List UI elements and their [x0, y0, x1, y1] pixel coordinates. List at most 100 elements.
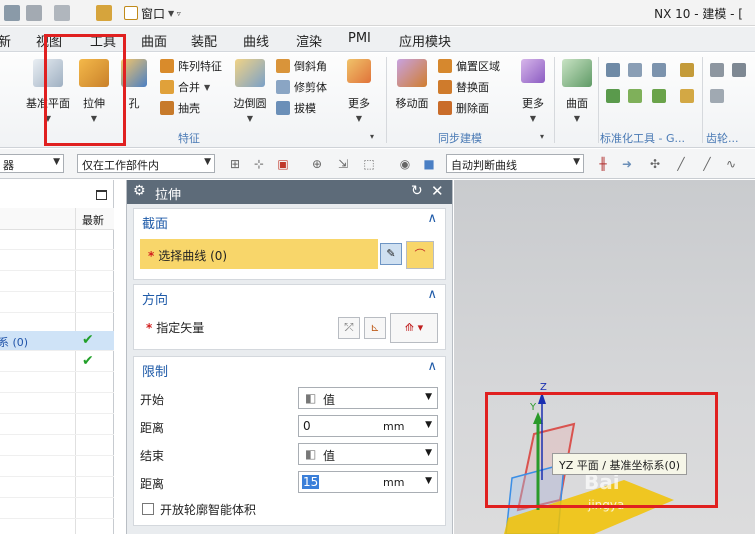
- scope-select[interactable]: 仅在工作部件内 ▼: [77, 154, 215, 173]
- delete-face-button[interactable]: 删除面: [438, 99, 489, 117]
- gear-icon[interactable]: ⚙: [133, 183, 146, 199]
- table-row[interactable]: [0, 293, 114, 313]
- draft-button[interactable]: 拔模: [276, 99, 316, 117]
- offset-region-button[interactable]: 偏置区域: [438, 57, 500, 75]
- tab-pmi[interactable]: PMI: [348, 31, 371, 46]
- table-row[interactable]: [0, 251, 114, 271]
- chevron-up-icon[interactable]: ∧: [427, 211, 437, 226]
- filter-icon[interactable]: ⊞: [228, 157, 242, 171]
- row-label: 系 (0): [0, 336, 29, 349]
- snap-line-icon[interactable]: ╱: [674, 157, 688, 171]
- tool-icon[interactable]: [652, 89, 666, 103]
- tool-icon[interactable]: [606, 89, 620, 103]
- sketch-icon[interactable]: ✎: [380, 243, 402, 265]
- edge-blend-label: 边倒圆: [233, 97, 267, 110]
- solid-icon[interactable]: ■: [422, 157, 436, 171]
- save-icon[interactable]: [4, 5, 20, 21]
- end-distance-input[interactable]: 15 mm ▼: [298, 471, 438, 493]
- move-face-button[interactable]: 移动面: [392, 59, 432, 111]
- select-curve-field[interactable]: * 选择曲线 (0): [140, 239, 378, 269]
- table-row[interactable]: [0, 394, 114, 414]
- table-row[interactable]: [0, 478, 114, 498]
- window-menu[interactable]: 窗口 ▼ ▿: [124, 4, 181, 22]
- start-distance-input[interactable]: 0 mm ▼: [298, 415, 438, 437]
- table-row[interactable]: [0, 436, 114, 456]
- chevron-down-icon[interactable]: ▾: [370, 132, 374, 141]
- tool-icon[interactable]: [628, 63, 642, 77]
- box-select-icon[interactable]: ⬚: [362, 157, 376, 171]
- column-latest[interactable]: 最新: [82, 212, 104, 228]
- section-direction: 方向 ∧ * 指定矢量 ⤱ ⊾ ⟰ ▾: [133, 284, 446, 350]
- type-filter-select[interactable]: 器 ▼: [0, 154, 64, 173]
- tool-icon[interactable]: [652, 63, 666, 77]
- chevron-down-icon[interactable]: ▾: [540, 132, 544, 141]
- move-icon[interactable]: ⇲: [336, 157, 350, 171]
- snap-line-icon[interactable]: ╱: [700, 157, 714, 171]
- table-row[interactable]: [0, 499, 114, 519]
- delete-face-icon: [438, 101, 452, 115]
- gear-tool-icon[interactable]: [710, 63, 724, 77]
- curve-rule-select[interactable]: 自动判断曲线 ▼: [446, 154, 584, 173]
- gear-tool-icon[interactable]: [710, 89, 724, 103]
- tab-surface[interactable]: 曲面: [141, 31, 167, 50]
- start-distance-value: 0: [303, 419, 311, 433]
- snap-endpoint-icon[interactable]: ╫: [596, 157, 610, 171]
- replace-face-button[interactable]: 替换面: [438, 78, 489, 96]
- curve-icon[interactable]: ⌒: [406, 241, 434, 269]
- pattern-feature-icon: [160, 59, 174, 73]
- end-type-select[interactable]: ◧ 值 ▼: [298, 443, 438, 465]
- tool-icon[interactable]: [680, 63, 694, 77]
- tab-curve[interactable]: 曲线: [243, 31, 269, 50]
- edge-blend-button[interactable]: 边倒圆 ▼: [230, 59, 270, 124]
- start-type-select[interactable]: ◧ 值 ▼: [298, 387, 438, 409]
- more-sync-button[interactable]: 更多 ▼: [516, 59, 550, 124]
- table-row[interactable]: [0, 373, 114, 393]
- open-profile-label: 开放轮廓智能体积: [160, 503, 257, 517]
- trim-body-button[interactable]: 修剪体: [276, 78, 327, 96]
- tab-render[interactable]: 渲染: [296, 31, 322, 50]
- table-row[interactable]: ✔: [0, 352, 114, 372]
- surface-button[interactable]: 曲面 ▼: [560, 59, 594, 124]
- dialog-title-bar: ⚙ 拉伸 ↻ ✕: [127, 180, 452, 204]
- view-icon[interactable]: ◉: [398, 157, 412, 171]
- select-icon[interactable]: ▣: [276, 157, 290, 171]
- vector-type-select[interactable]: ⟰ ▾: [390, 313, 438, 343]
- reset-icon[interactable]: ↻: [411, 183, 423, 199]
- gear-tool-icon[interactable]: [732, 63, 746, 77]
- shell-button[interactable]: 抽壳: [160, 99, 200, 117]
- chevron-up-icon[interactable]: ∧: [427, 359, 437, 374]
- reverse-direction-icon[interactable]: ⤱: [338, 317, 360, 339]
- unite-button[interactable]: 合并 ▼: [160, 78, 210, 96]
- table-row[interactable]: [0, 415, 114, 435]
- table-row[interactable]: [0, 230, 114, 250]
- snap-grid-icon[interactable]: ✣: [648, 157, 662, 171]
- vector-dialog-icon[interactable]: ⊾: [364, 317, 386, 339]
- table-row[interactable]: [0, 272, 114, 292]
- table-row[interactable]: [0, 457, 114, 477]
- standard-tools-group-label: 标准化工具 - G...: [600, 132, 685, 145]
- close-icon[interactable]: ✕: [431, 182, 444, 200]
- tab-file[interactable]: 新: [0, 31, 11, 50]
- snap-icon[interactable]: ⊹: [252, 157, 266, 171]
- point-icon[interactable]: ⊕: [310, 157, 324, 171]
- tab-application[interactable]: 应用模块: [399, 31, 451, 50]
- undo-icon[interactable]: [26, 5, 42, 21]
- magic-wand-icon[interactable]: [96, 5, 112, 21]
- open-profile-checkbox[interactable]: [142, 503, 154, 515]
- pattern-feature-button[interactable]: 阵列特征: [160, 57, 222, 75]
- chamfer-button[interactable]: 倒斜角: [276, 57, 327, 75]
- feature-group-label: 特征: [178, 132, 200, 145]
- more-features-button[interactable]: 更多 ▼: [342, 59, 376, 124]
- chevron-up-icon[interactable]: ∧: [427, 287, 437, 302]
- chevron-down-icon: ▼: [425, 392, 432, 402]
- tool-icon[interactable]: [606, 63, 620, 77]
- maximize-icon[interactable]: [96, 190, 107, 200]
- table-row-datum-csys[interactable]: 系 (0) ✔: [0, 331, 114, 351]
- divider: [598, 57, 599, 143]
- tools-icon[interactable]: [54, 5, 70, 21]
- tool-icon[interactable]: [680, 89, 694, 103]
- snap-curve-icon[interactable]: ∿: [724, 157, 738, 171]
- tool-icon[interactable]: [628, 89, 642, 103]
- snap-arrow-icon[interactable]: ➜: [620, 157, 634, 171]
- tab-assembly[interactable]: 装配: [191, 31, 217, 50]
